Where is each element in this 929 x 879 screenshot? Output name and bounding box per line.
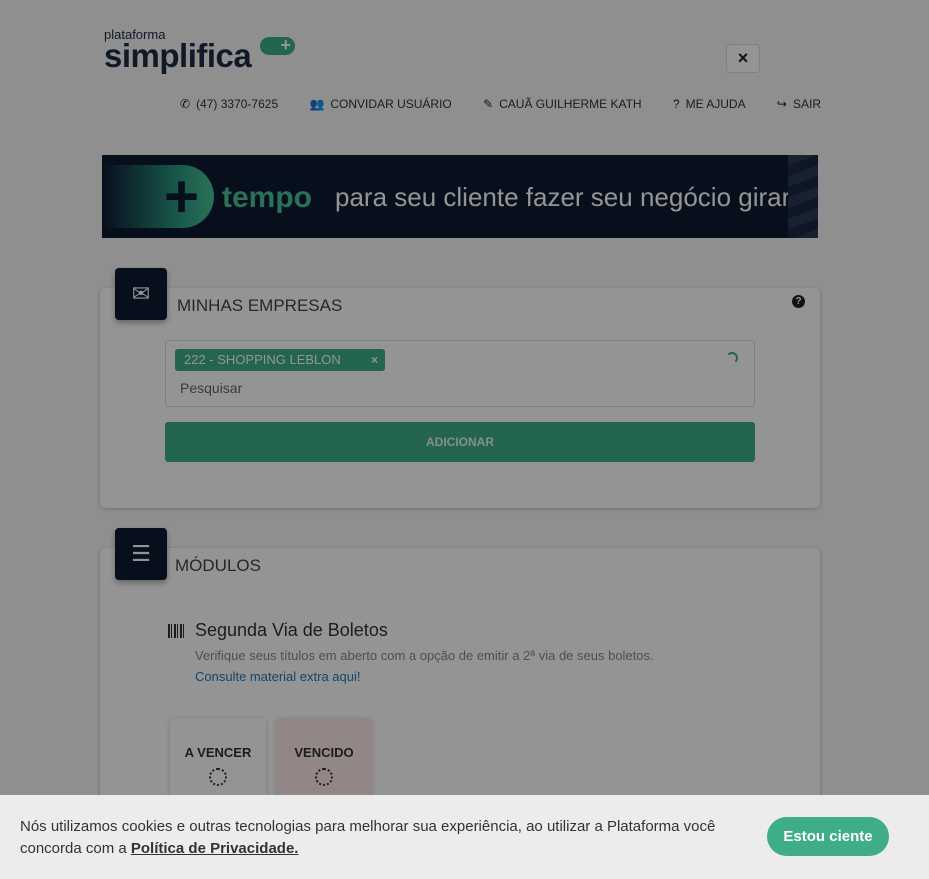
modal-overlay[interactable] [0, 0, 929, 879]
cookie-text: Nós utilizamos cookies e outras tecnolog… [20, 816, 740, 860]
privacy-policy-link[interactable]: Política de Privacidade. [131, 840, 299, 857]
cookie-banner: Nós utilizamos cookies e outras tecnolog… [0, 795, 929, 879]
cookie-message: Nós utilizamos cookies e outras tecnolog… [20, 818, 716, 857]
accept-cookies-button[interactable]: Estou ciente [767, 817, 889, 856]
